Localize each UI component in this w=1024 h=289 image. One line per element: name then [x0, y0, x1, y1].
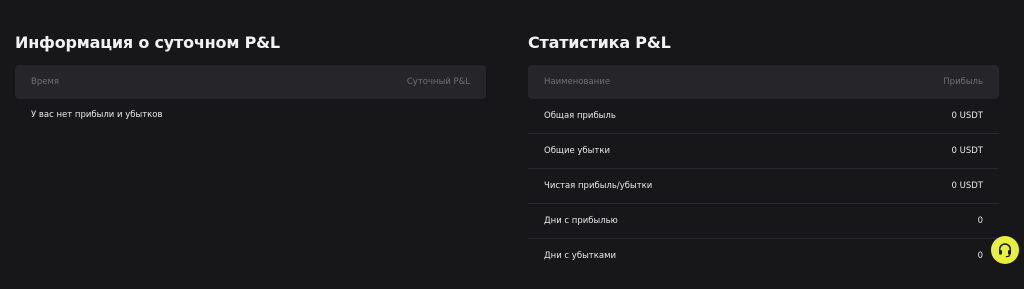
- support-chat-button[interactable]: [991, 236, 1019, 264]
- empty-state-message: У вас нет прибыли и убытков: [31, 110, 163, 120]
- row-label: Общие убытки: [544, 146, 610, 156]
- pnl-stats-title: Статистика P&L: [528, 33, 671, 52]
- column-header-daily-pnl: Суточный P&L: [406, 77, 470, 87]
- pnl-stats-table-header: Наименование Прибыль: [528, 65, 999, 99]
- row-value: 0 USDT: [951, 146, 983, 156]
- row-label: Дни с прибылью: [544, 216, 618, 226]
- pnl-page: Информация о суточном P&L Время Суточный…: [0, 0, 1024, 289]
- row-value: 0: [977, 216, 983, 226]
- row-label: Чистая прибыль/убытки: [544, 181, 653, 191]
- daily-pnl-table-header: Время Суточный P&L: [15, 65, 486, 99]
- table-row: Чистая прибыль/убытки 0 USDT: [528, 169, 999, 204]
- table-row: Дни с прибылью 0: [528, 204, 999, 239]
- row-label: Общая прибыль: [544, 111, 616, 121]
- row-value: 0 USDT: [951, 181, 983, 191]
- table-row: Общая прибыль 0 USDT: [528, 99, 999, 134]
- pnl-stats-rows: Общая прибыль 0 USDT Общие убытки 0 USDT…: [528, 99, 999, 273]
- row-value: 0: [977, 251, 983, 261]
- column-header-time: Время: [31, 77, 59, 87]
- row-label: Дни с убытками: [544, 251, 617, 261]
- daily-pnl-title: Информация о суточном P&L: [15, 33, 280, 52]
- headset-icon: [998, 243, 1012, 258]
- column-header-profit: Прибыль: [943, 77, 983, 87]
- row-value: 0 USDT: [951, 111, 983, 121]
- table-row: Дни с убытками 0: [528, 239, 999, 273]
- table-row: Общие убытки 0 USDT: [528, 134, 999, 169]
- column-header-name: Наименование: [544, 77, 611, 87]
